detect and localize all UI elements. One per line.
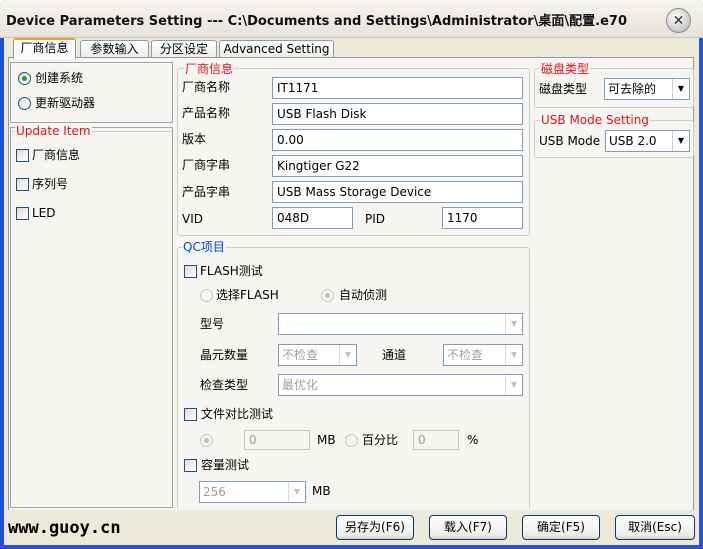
percent-radio[interactable] (345, 434, 358, 447)
check-type-select[interactable]: 最优化 ▼ (278, 374, 523, 396)
update-vendor-label: 厂商信息 (32, 148, 81, 162)
version-input[interactable]: 0.00 (272, 129, 523, 151)
tab-advanced-setting[interactable]: Advanced Setting (219, 40, 334, 58)
capacity-test-label: 容量测试 (201, 458, 250, 472)
disk-type-value: 可去除的 (608, 82, 657, 96)
update-serial-label: 序列号 (32, 177, 69, 191)
disk-type-title: 磁盘类型 (540, 62, 591, 76)
chevron-down-icon: ▼ (505, 314, 522, 334)
product-string-label: 产品字串 (182, 185, 231, 199)
update-serial-checkbox[interactable] (16, 178, 29, 191)
chevron-down-icon: ▼ (505, 345, 522, 365)
load-button[interactable]: 载入(F7) (429, 515, 507, 540)
tab-partition-setting[interactable]: 分区设定 (151, 40, 217, 58)
chevron-down-icon: ▼ (672, 79, 689, 99)
usb-mode-label: USB Mode : (539, 134, 608, 148)
product-name-label: 产品名称 (182, 106, 231, 120)
auto-detect-label: 自动侦测 (339, 288, 388, 302)
cancel-button[interactable]: 取消(Esc) (615, 515, 695, 540)
file-compare-checkbox[interactable] (184, 408, 197, 421)
usb-mode-value: USB 2.0 (609, 134, 657, 148)
capacity-test-checkbox[interactable] (184, 459, 197, 472)
channel-label: 通道 (382, 348, 407, 362)
window-title: Device Parameters Setting --- C:\Documen… (6, 14, 628, 29)
tab-vendor-info[interactable]: 厂商信息 (13, 38, 76, 59)
mode-radio-create[interactable] (18, 72, 31, 85)
auto-detect-radio[interactable] (321, 289, 334, 302)
check-type-label: 检查类型 (200, 378, 249, 392)
select-flash-radio[interactable] (200, 289, 213, 302)
flash-test-label: FLASH测试 (200, 264, 263, 278)
update-led-label: LED (32, 206, 56, 220)
update-led-checkbox[interactable] (16, 207, 29, 220)
die-count-select[interactable]: 不检查 ▼ (278, 344, 357, 366)
mode-update-label: 更新驱动器 (35, 96, 96, 110)
close-icon: ✕ (672, 12, 685, 29)
die-count-value: 不检查 (282, 348, 319, 362)
file-mb-unit: MB (317, 433, 336, 447)
pid-input[interactable]: 1170 (442, 207, 523, 229)
channel-value: 不检查 (447, 348, 484, 362)
file-compare-label: 文件对比测试 (201, 407, 274, 421)
chevron-down-icon: ▼ (672, 131, 689, 151)
select-flash-label: 选择FLASH (216, 288, 279, 302)
flash-test-checkbox[interactable] (184, 265, 197, 278)
disk-type-label: 磁盘类型 (539, 82, 588, 96)
vendor-string-label: 厂商字串 (182, 158, 231, 172)
file-mb-input[interactable]: 0 (244, 430, 310, 450)
pid-label: PID (365, 212, 386, 226)
vendor-name-label: 厂商名称 (182, 80, 231, 94)
update-vendor-checkbox[interactable] (16, 149, 29, 162)
percent-input[interactable]: 0 (413, 430, 459, 450)
mode-radio-update[interactable] (18, 97, 31, 110)
disk-type-select[interactable]: 可去除的 ▼ (604, 78, 690, 100)
update-item-title: Update Item (15, 124, 92, 138)
tab-parameter-input[interactable]: 参数输入 (80, 40, 149, 58)
watermark: www.guoy.cn (8, 518, 121, 538)
percent-label: 百分比 (362, 433, 399, 447)
chevron-down-icon: ▼ (339, 345, 356, 365)
product-name-input[interactable]: USB Flash Disk (272, 103, 523, 125)
check-type-value: 最优化 (282, 378, 319, 392)
file-mb-radio[interactable] (200, 434, 213, 447)
version-label: 版本 (182, 132, 207, 146)
chevron-down-icon: ▼ (288, 482, 305, 502)
ok-button[interactable]: 确定(F5) (522, 515, 600, 540)
capacity-value: 256 (203, 485, 226, 499)
usb-mode-select[interactable]: USB 2.0 ▼ (605, 130, 690, 152)
die-count-label: 晶元数量 (200, 348, 249, 362)
qc-group-title: QC项目 (182, 240, 226, 254)
usb-mode-title: USB Mode Setting (540, 113, 650, 127)
save-as-button[interactable]: 另存为(F6) (336, 515, 414, 540)
model-select[interactable]: ▼ (278, 313, 523, 335)
product-string-input[interactable]: USB Mass Storage Device (272, 181, 523, 203)
mode-create-label: 创建系统 (35, 71, 84, 85)
channel-select[interactable]: 不检查 ▼ (443, 344, 523, 366)
model-label: 型号 (200, 317, 225, 331)
title-bar[interactable]: Device Parameters Setting --- C:\Documen… (0, 0, 703, 38)
vendor-name-input[interactable]: IT1171 (272, 77, 523, 99)
capacity-select[interactable]: 256 ▼ (199, 481, 306, 503)
vid-label: VID (182, 212, 203, 226)
chevron-down-icon: ▼ (505, 375, 522, 395)
vid-input[interactable]: 048D (272, 207, 353, 229)
vendor-string-input[interactable]: Kingtiger G22 (272, 155, 523, 177)
vendor-group-title: 厂商信息 (184, 62, 235, 76)
close-button[interactable]: ✕ (666, 8, 691, 33)
capacity-unit: MB (312, 484, 331, 498)
percent-unit: % (467, 433, 479, 447)
